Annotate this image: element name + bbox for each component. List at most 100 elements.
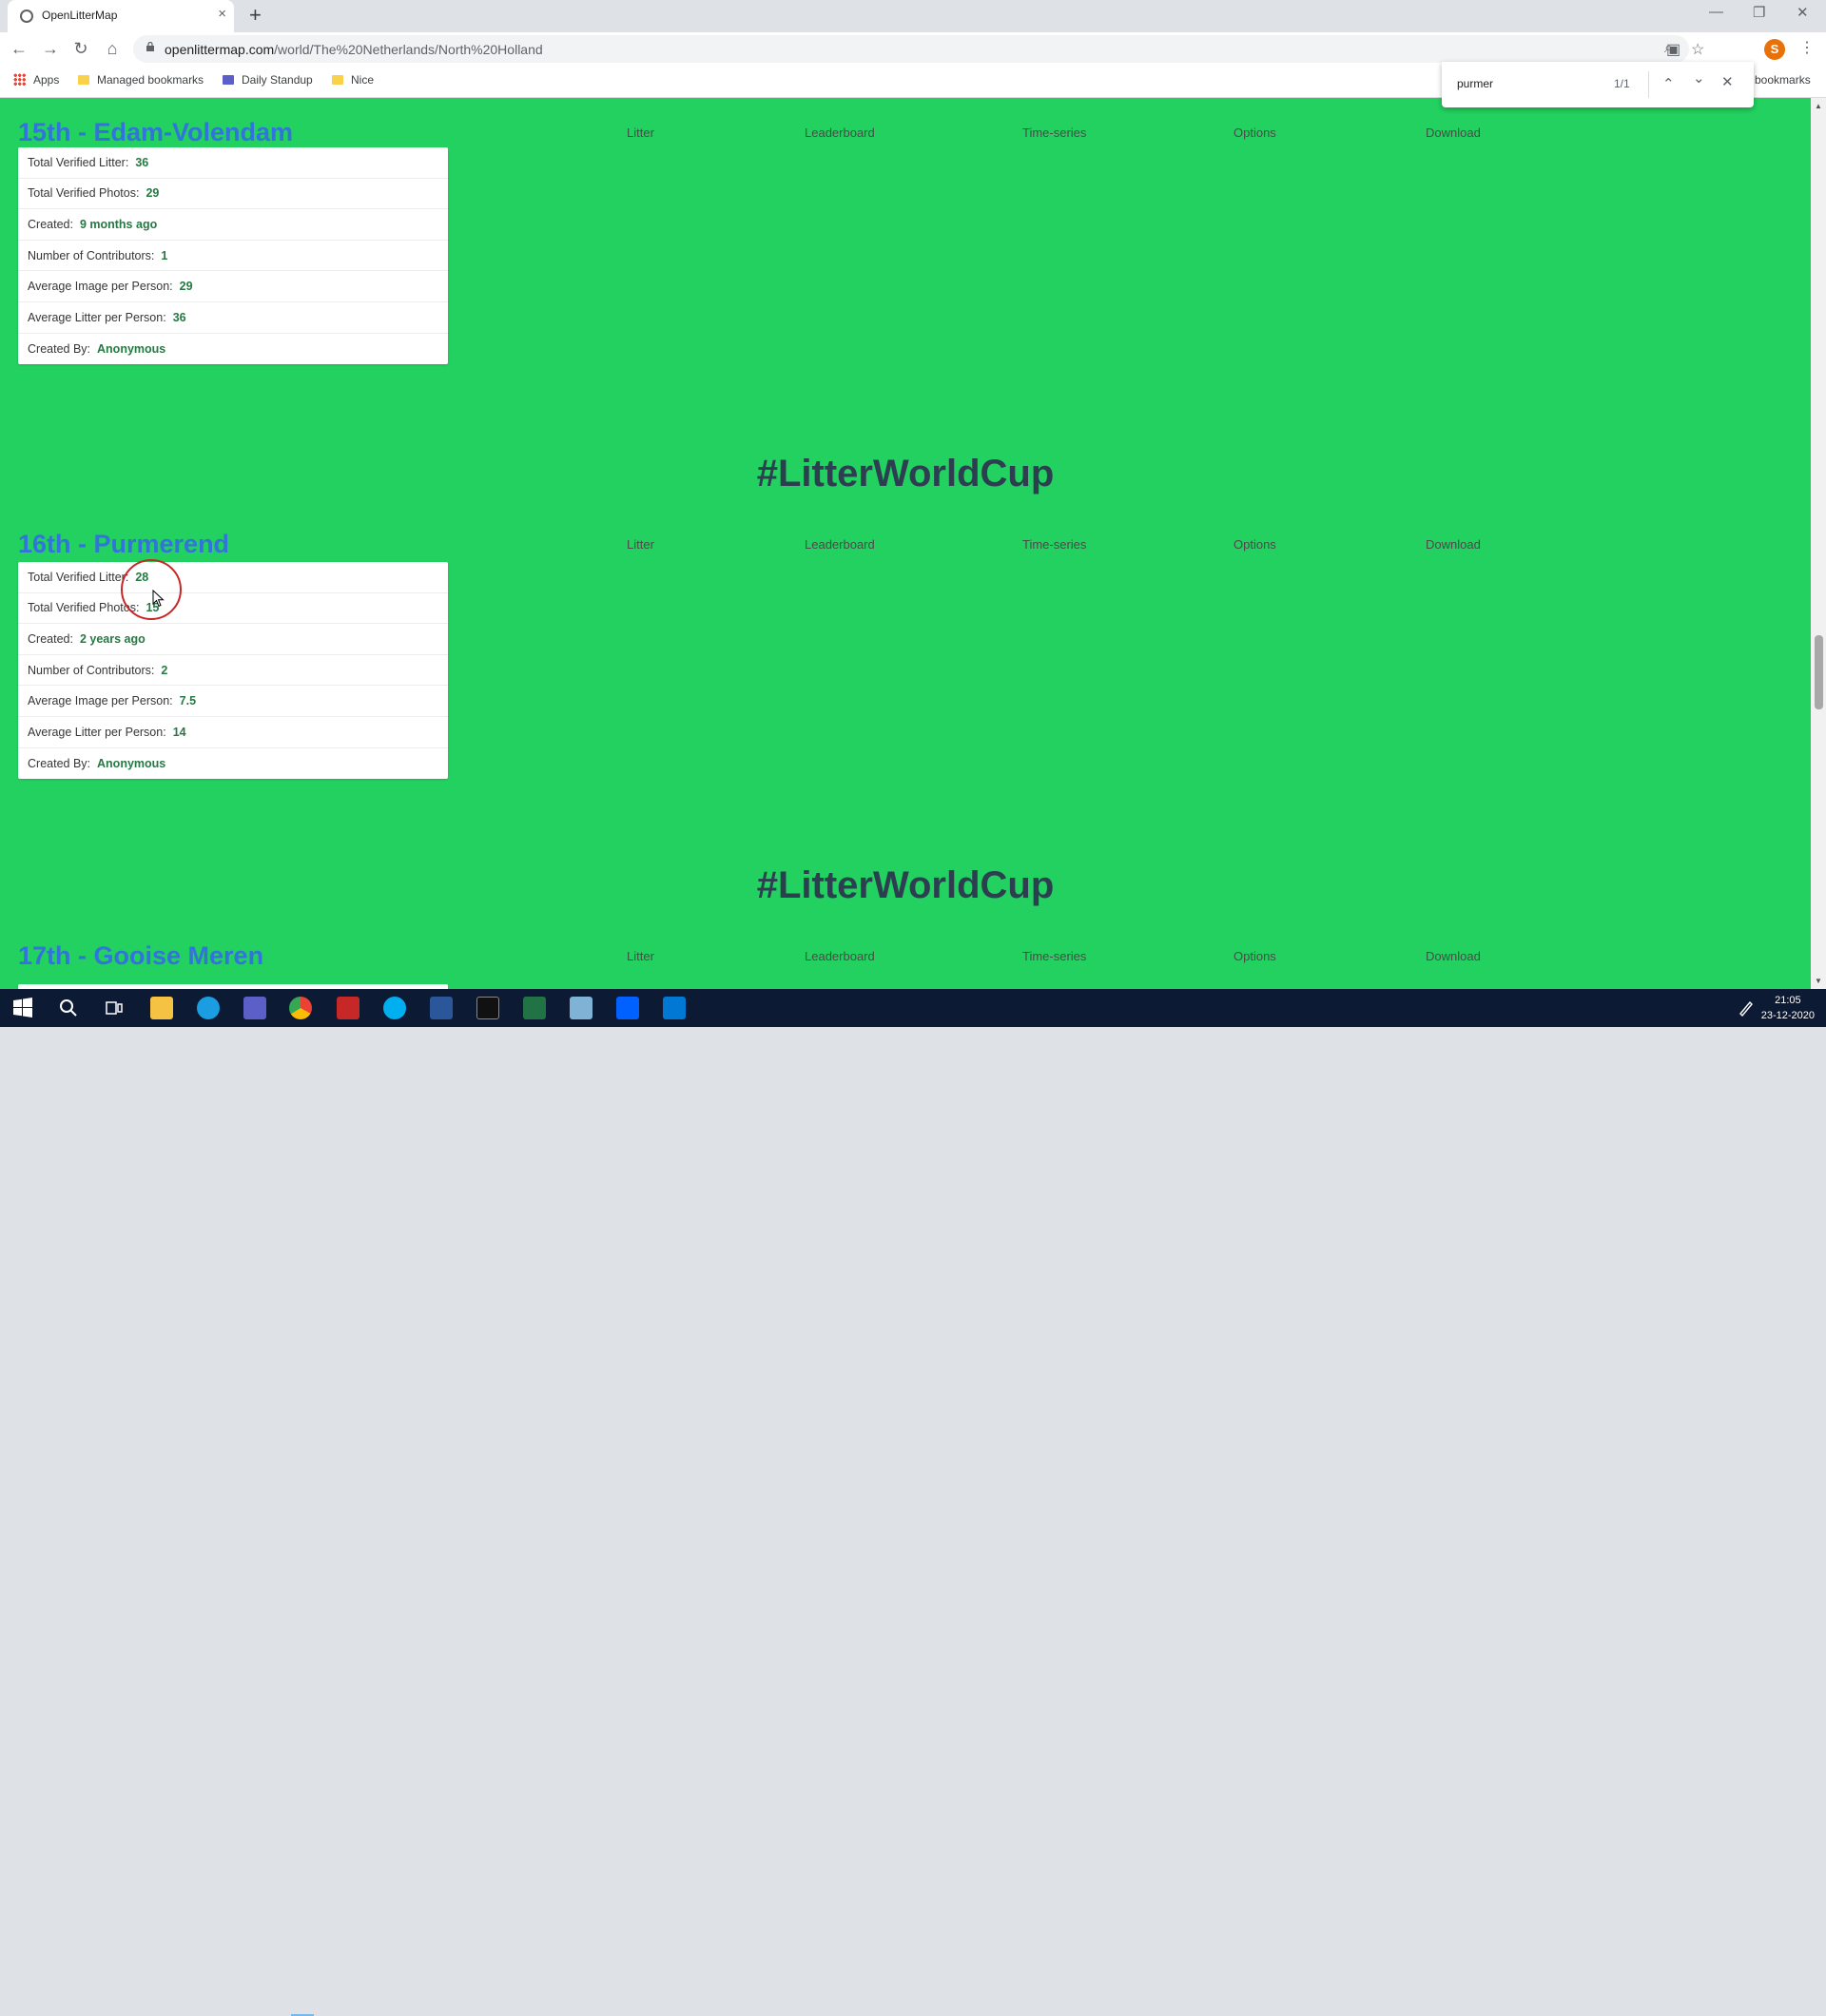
hashtag-heading: #LitterWorldCup <box>756 453 1055 494</box>
app-icon[interactable] <box>337 997 359 1019</box>
other-bookmarks[interactable]: bookmarks <box>1755 73 1811 87</box>
bookmark-nice[interactable]: Nice <box>332 73 374 87</box>
forward-button[interactable]: → <box>39 38 62 59</box>
restore-button[interactable]: ❐ <box>1753 4 1765 21</box>
app-icon[interactable] <box>570 997 592 1019</box>
new-tab-button[interactable]: + <box>249 4 262 27</box>
task-view-icon[interactable] <box>103 997 126 1019</box>
internet-explorer-icon[interactable] <box>197 997 220 1019</box>
tab-litter[interactable]: Litter <box>627 537 654 552</box>
stat-value: 29 <box>146 186 160 201</box>
minimize-button[interactable]: — <box>1709 4 1723 20</box>
excel-icon[interactable] <box>523 997 546 1019</box>
find-next-icon[interactable]: ⌄ <box>1693 69 1705 87</box>
chrome-icon[interactable] <box>289 997 312 1019</box>
tab-litter[interactable]: Litter <box>627 126 654 140</box>
tab-leaderboard[interactable]: Leaderboard <box>805 949 875 963</box>
stat-label: Average Image per Person: <box>28 280 173 294</box>
stat-value: 2 years ago <box>79 631 146 646</box>
stat-row: Total Verified Photos: 15 <box>18 593 448 625</box>
word-icon[interactable] <box>430 997 453 1019</box>
file-explorer-icon[interactable] <box>150 997 173 1019</box>
bookmark-managed[interactable]: Managed bookmarks <box>78 73 204 87</box>
find-divider <box>1648 71 1649 98</box>
stat-label: Created By: <box>28 756 91 770</box>
tab-title: OpenLitterMap <box>42 9 118 22</box>
extension-icon[interactable]: ▣ <box>1666 40 1680 59</box>
tab-download[interactable]: Download <box>1426 949 1481 963</box>
tab-time-series[interactable]: Time-series <box>1022 949 1086 963</box>
tab-options[interactable]: Options <box>1234 949 1276 963</box>
stat-row: Total Verified Photos: 29 <box>18 179 448 210</box>
stat-value: 1 <box>161 248 168 262</box>
bookmark-apps[interactable]: Apps <box>13 73 59 87</box>
stat-row: Average Litter per Person: 36 <box>18 302 448 334</box>
location-title[interactable]: 17th - Gooise Meren <box>18 941 263 971</box>
apps-grid-icon <box>13 73 26 86</box>
stat-row: Created: 2 years ago <box>18 624 448 655</box>
photos-icon[interactable] <box>663 997 686 1019</box>
stat-row: Average Image per Person: 7.5 <box>18 686 448 717</box>
stat-value: 36 <box>172 310 186 324</box>
tab-options[interactable]: Options <box>1234 537 1276 552</box>
folder-icon <box>332 75 343 85</box>
terminal-icon[interactable] <box>476 997 499 1019</box>
folder-icon <box>78 75 89 85</box>
location-title[interactable]: 16th - Purmerend <box>18 530 229 559</box>
stat-value: 9 months ago <box>79 217 158 231</box>
bookmark-label: Managed bookmarks <box>97 73 204 87</box>
tab-options[interactable]: Options <box>1234 126 1276 140</box>
bookmark-daily-standup[interactable]: Daily Standup <box>223 73 313 87</box>
window-close-button[interactable]: ✕ <box>1797 4 1809 21</box>
stat-value: 29 <box>179 280 193 294</box>
tab-litter[interactable]: Litter <box>627 949 654 963</box>
scroll-down-icon[interactable]: ▼ <box>1815 977 1822 985</box>
stat-label: Total Verified Litter: <box>28 570 129 584</box>
profile-avatar[interactable]: S <box>1764 39 1785 60</box>
system-clock[interactable]: 21:05 23-12-2020 <box>1761 993 1815 1023</box>
tab-leaderboard[interactable]: Leaderboard <box>805 537 875 552</box>
url-path: /world/The%20Netherlands/North%20Holland <box>274 42 543 57</box>
search-icon[interactable] <box>57 997 80 1019</box>
bookmark-apps-label: Apps <box>33 73 60 87</box>
stat-row: Created: 9 months ago <box>18 209 448 241</box>
reload-button[interactable]: ↻ <box>69 38 92 59</box>
address-bar[interactable]: openlittermap.com/world/The%20Netherland… <box>133 35 1704 63</box>
location-title[interactable]: 15th - Edam-Volendam <box>18 118 293 147</box>
back-button[interactable]: ← <box>8 38 30 59</box>
bookmark-star-icon[interactable]: ☆ <box>1691 40 1704 59</box>
teams-icon[interactable] <box>243 997 266 1019</box>
tab-time-series[interactable]: Time-series <box>1022 126 1086 140</box>
stats-card: Total Verified Litter: 36 Total Verified … <box>18 147 448 365</box>
tab-download[interactable]: Download <box>1426 537 1481 552</box>
stat-value: 14 <box>172 725 186 739</box>
stat-label: Average Litter per Person: <box>28 725 166 739</box>
find-previous-icon[interactable]: ⌃ <box>1662 75 1675 92</box>
chrome-menu-icon[interactable]: ⋮ <box>1799 38 1815 57</box>
pen-icon[interactable] <box>1737 998 1756 1018</box>
stats-card: Total Verified Litter: 28 Total Verified … <box>18 562 448 780</box>
start-icon[interactable] <box>11 997 34 1019</box>
find-close-icon[interactable]: ✕ <box>1721 73 1734 90</box>
teams-icon <box>223 75 234 85</box>
tab-close-icon[interactable]: × <box>218 7 226 22</box>
stat-value: 36 <box>135 155 149 169</box>
stat-value: Anonymous <box>97 756 166 770</box>
find-input[interactable]: purmer <box>1457 77 1493 90</box>
stat-row: Created By: Anonymous <box>18 334 448 365</box>
hashtag-heading: #LitterWorldCup <box>756 864 1055 906</box>
dropbox-icon[interactable] <box>616 997 639 1019</box>
tab-download[interactable]: Download <box>1426 126 1481 140</box>
browser-tab[interactable]: OpenLitterMap × <box>8 0 234 32</box>
stat-value: 2 <box>161 663 168 677</box>
skype-icon[interactable] <box>383 997 406 1019</box>
scroll-up-icon[interactable]: ▲ <box>1815 102 1822 110</box>
globe-icon <box>20 10 33 23</box>
home-button[interactable]: ⌂ <box>101 38 124 59</box>
tab-leaderboard[interactable]: Leaderboard <box>805 126 875 140</box>
tab-time-series[interactable]: Time-series <box>1022 537 1086 552</box>
page-scrollbar[interactable]: ▲ ▼ <box>1811 98 1826 989</box>
mouse-cursor-icon <box>152 590 165 608</box>
scroll-thumb[interactable] <box>1815 635 1823 709</box>
click-highlight <box>121 559 182 620</box>
